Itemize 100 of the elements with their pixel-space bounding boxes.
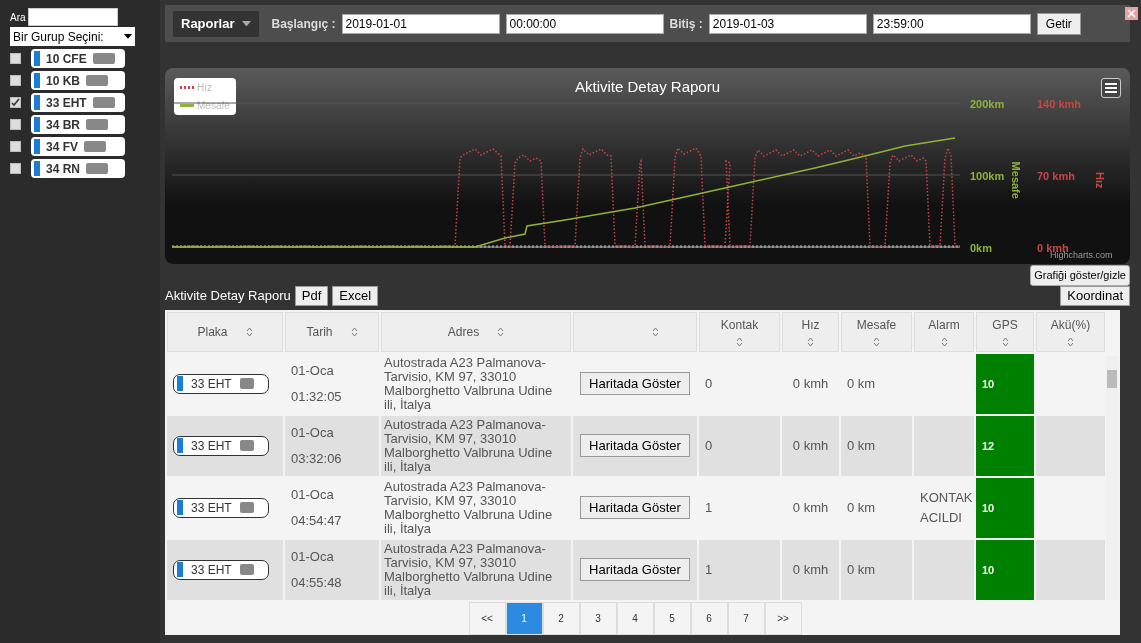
page-button[interactable]: 3 — [579, 601, 617, 635]
toggle-chart-button[interactable]: Grafiği göster/gizle — [1030, 265, 1130, 286]
axis-title: Mesafe — [1008, 161, 1023, 199]
vehicle-plate[interactable]: 33 EHT — [31, 93, 125, 112]
vehicle-plate[interactable]: 10 KB — [31, 71, 125, 90]
sort-icon — [651, 326, 659, 337]
page-button[interactable]: 1 — [505, 601, 543, 635]
column-header[interactable]: Hız — [782, 311, 839, 352]
checkbox[interactable] — [10, 141, 21, 152]
column-header[interactable]: Tarih — [285, 311, 379, 352]
report-title: Aktivite Detay Raporu — [165, 286, 291, 305]
page-button[interactable]: << — [468, 601, 506, 635]
scrollbar-thumb[interactable] — [1107, 369, 1117, 388]
gps-value: 10 — [982, 563, 995, 576]
submit-button[interactable]: Getir — [1036, 12, 1081, 35]
end-date-field[interactable]: 2019-01-03 — [708, 13, 867, 34]
close-icon[interactable] — [1125, 7, 1138, 20]
page-button[interactable]: 7 — [727, 601, 765, 635]
redaction-mark — [92, 53, 115, 64]
table-cell: 0 km — [847, 561, 876, 577]
column-header[interactable]: Adres — [381, 311, 571, 352]
plate-text: 33 EHT — [46, 94, 87, 112]
page-button[interactable]: 2 — [542, 601, 580, 635]
export-button[interactable]: Excel — [332, 285, 379, 306]
date-text: 01-Oca — [291, 362, 335, 380]
vehicle-plate[interactable]: 33 EHT — [173, 435, 269, 456]
plate-text: 33 EHT — [191, 437, 232, 455]
vehicle-plate[interactable]: 34 RN — [31, 159, 125, 178]
column-header[interactable]: Akü(%) — [1036, 311, 1105, 352]
page-button[interactable]: 5 — [653, 601, 691, 635]
column-header[interactable]: GPS — [976, 311, 1034, 352]
redaction-mark — [86, 163, 108, 174]
caret-icon — [124, 34, 132, 39]
column-header[interactable] — [573, 311, 697, 352]
sort-icon — [807, 337, 814, 347]
checkbox[interactable] — [10, 97, 21, 108]
coordinate-button[interactable]: Koordinat — [1060, 285, 1130, 306]
table-cell: 0 kmh — [792, 561, 829, 577]
gps-value: 12 — [982, 439, 995, 452]
vehicle-plate[interactable]: 34 FV — [31, 137, 125, 156]
start-date-field[interactable]: 2019-01-01 — [341, 13, 500, 34]
address-text: Autostrada A23 Palmanova-Tarvisio, KM 97, 33010 Malborghetto Valbruna Udine ili, İtalya — [384, 478, 553, 536]
redaction-mark — [239, 502, 254, 513]
axis-label: 0km — [970, 241, 993, 256]
end-time-field[interactable]: 23:59:00 — [872, 13, 1031, 34]
legend-label: Hız — [197, 81, 212, 95]
axis-label: 200km — [970, 97, 1005, 112]
plate-stripe — [34, 139, 40, 154]
sort-icon — [497, 326, 505, 337]
plate-stripe — [177, 438, 183, 453]
export-button[interactable]: Pdf — [294, 285, 329, 306]
date-text: 01-Oca — [291, 486, 335, 504]
vehicle-plate[interactable]: 33 EHT — [173, 497, 269, 518]
plate-stripe — [177, 562, 183, 577]
plate-text: 33 EHT — [191, 561, 232, 579]
address-text: Autostrada A23 Palmanova-Tarvisio, KM 97, 33010 Malborghetto Valbruna Udine ili, İtalya — [384, 416, 553, 474]
column-header[interactable]: Plaka — [167, 311, 283, 352]
plate-stripe — [177, 500, 183, 515]
start-time-field[interactable]: 00:00:00 — [505, 13, 664, 34]
checkbox[interactable] — [10, 119, 21, 130]
chart-title: Aktivite Detay Raporu — [574, 77, 721, 97]
redaction-mark — [239, 440, 254, 451]
group-dropdown[interactable]: Bir Gurup Seçini: — [10, 27, 135, 46]
reports-menu[interactable]: Raporlar — [173, 10, 260, 37]
checkbox[interactable] — [10, 163, 21, 174]
column-header[interactable]: Alarm — [914, 311, 974, 352]
plate-stripe — [34, 117, 40, 132]
address-text: Autostrada A23 Palmanova-Tarvisio, KM 97, 33010 Malborghetto Valbruna Udine ili, İtalya — [384, 354, 553, 412]
vehicle-plate[interactable]: 34 BR — [31, 115, 125, 134]
date-text: 01-Oca — [291, 548, 335, 566]
checkbox[interactable] — [10, 53, 21, 64]
plate-text: 34 BR — [46, 116, 80, 134]
page-button[interactable]: 4 — [616, 601, 654, 635]
page-button[interactable]: 6 — [690, 601, 728, 635]
column-header[interactable]: Kontak — [699, 311, 780, 352]
checkbox[interactable] — [10, 75, 21, 86]
vehicle-plate[interactable]: 33 EHT — [173, 559, 269, 580]
redaction-mark — [84, 141, 106, 152]
show-map-button[interactable]: Haritada Göster — [580, 433, 690, 458]
page-button[interactable]: >> — [764, 601, 802, 635]
plate-stripe — [177, 376, 183, 391]
plate-stripe — [34, 161, 40, 176]
sort-icon — [736, 337, 743, 347]
time-text: 01:32:05 — [291, 387, 343, 406]
table-cell: 1 — [705, 561, 713, 577]
column-header[interactable]: Mesafe — [841, 311, 912, 352]
start-label: Başlangıç : — [271, 15, 336, 33]
show-map-button[interactable]: Haritada Göster — [580, 557, 690, 582]
table-cell: 1 — [705, 499, 713, 515]
search-field[interactable] — [27, 8, 118, 26]
plate-text: 33 EHT — [191, 375, 232, 393]
table-cell: 0 — [705, 437, 713, 453]
gps-value: 10 — [982, 501, 995, 514]
show-map-button[interactable]: Haritada Göster — [580, 495, 690, 520]
axis-label: 70 kmh — [1037, 169, 1075, 184]
vehicle-plate[interactable]: 10 CFE — [31, 49, 125, 68]
show-map-button[interactable]: Haritada Göster — [580, 371, 690, 396]
vehicle-plate[interactable]: 33 EHT — [173, 373, 269, 394]
redaction-mark — [86, 75, 108, 86]
menu-icon[interactable] — [1101, 78, 1121, 98]
